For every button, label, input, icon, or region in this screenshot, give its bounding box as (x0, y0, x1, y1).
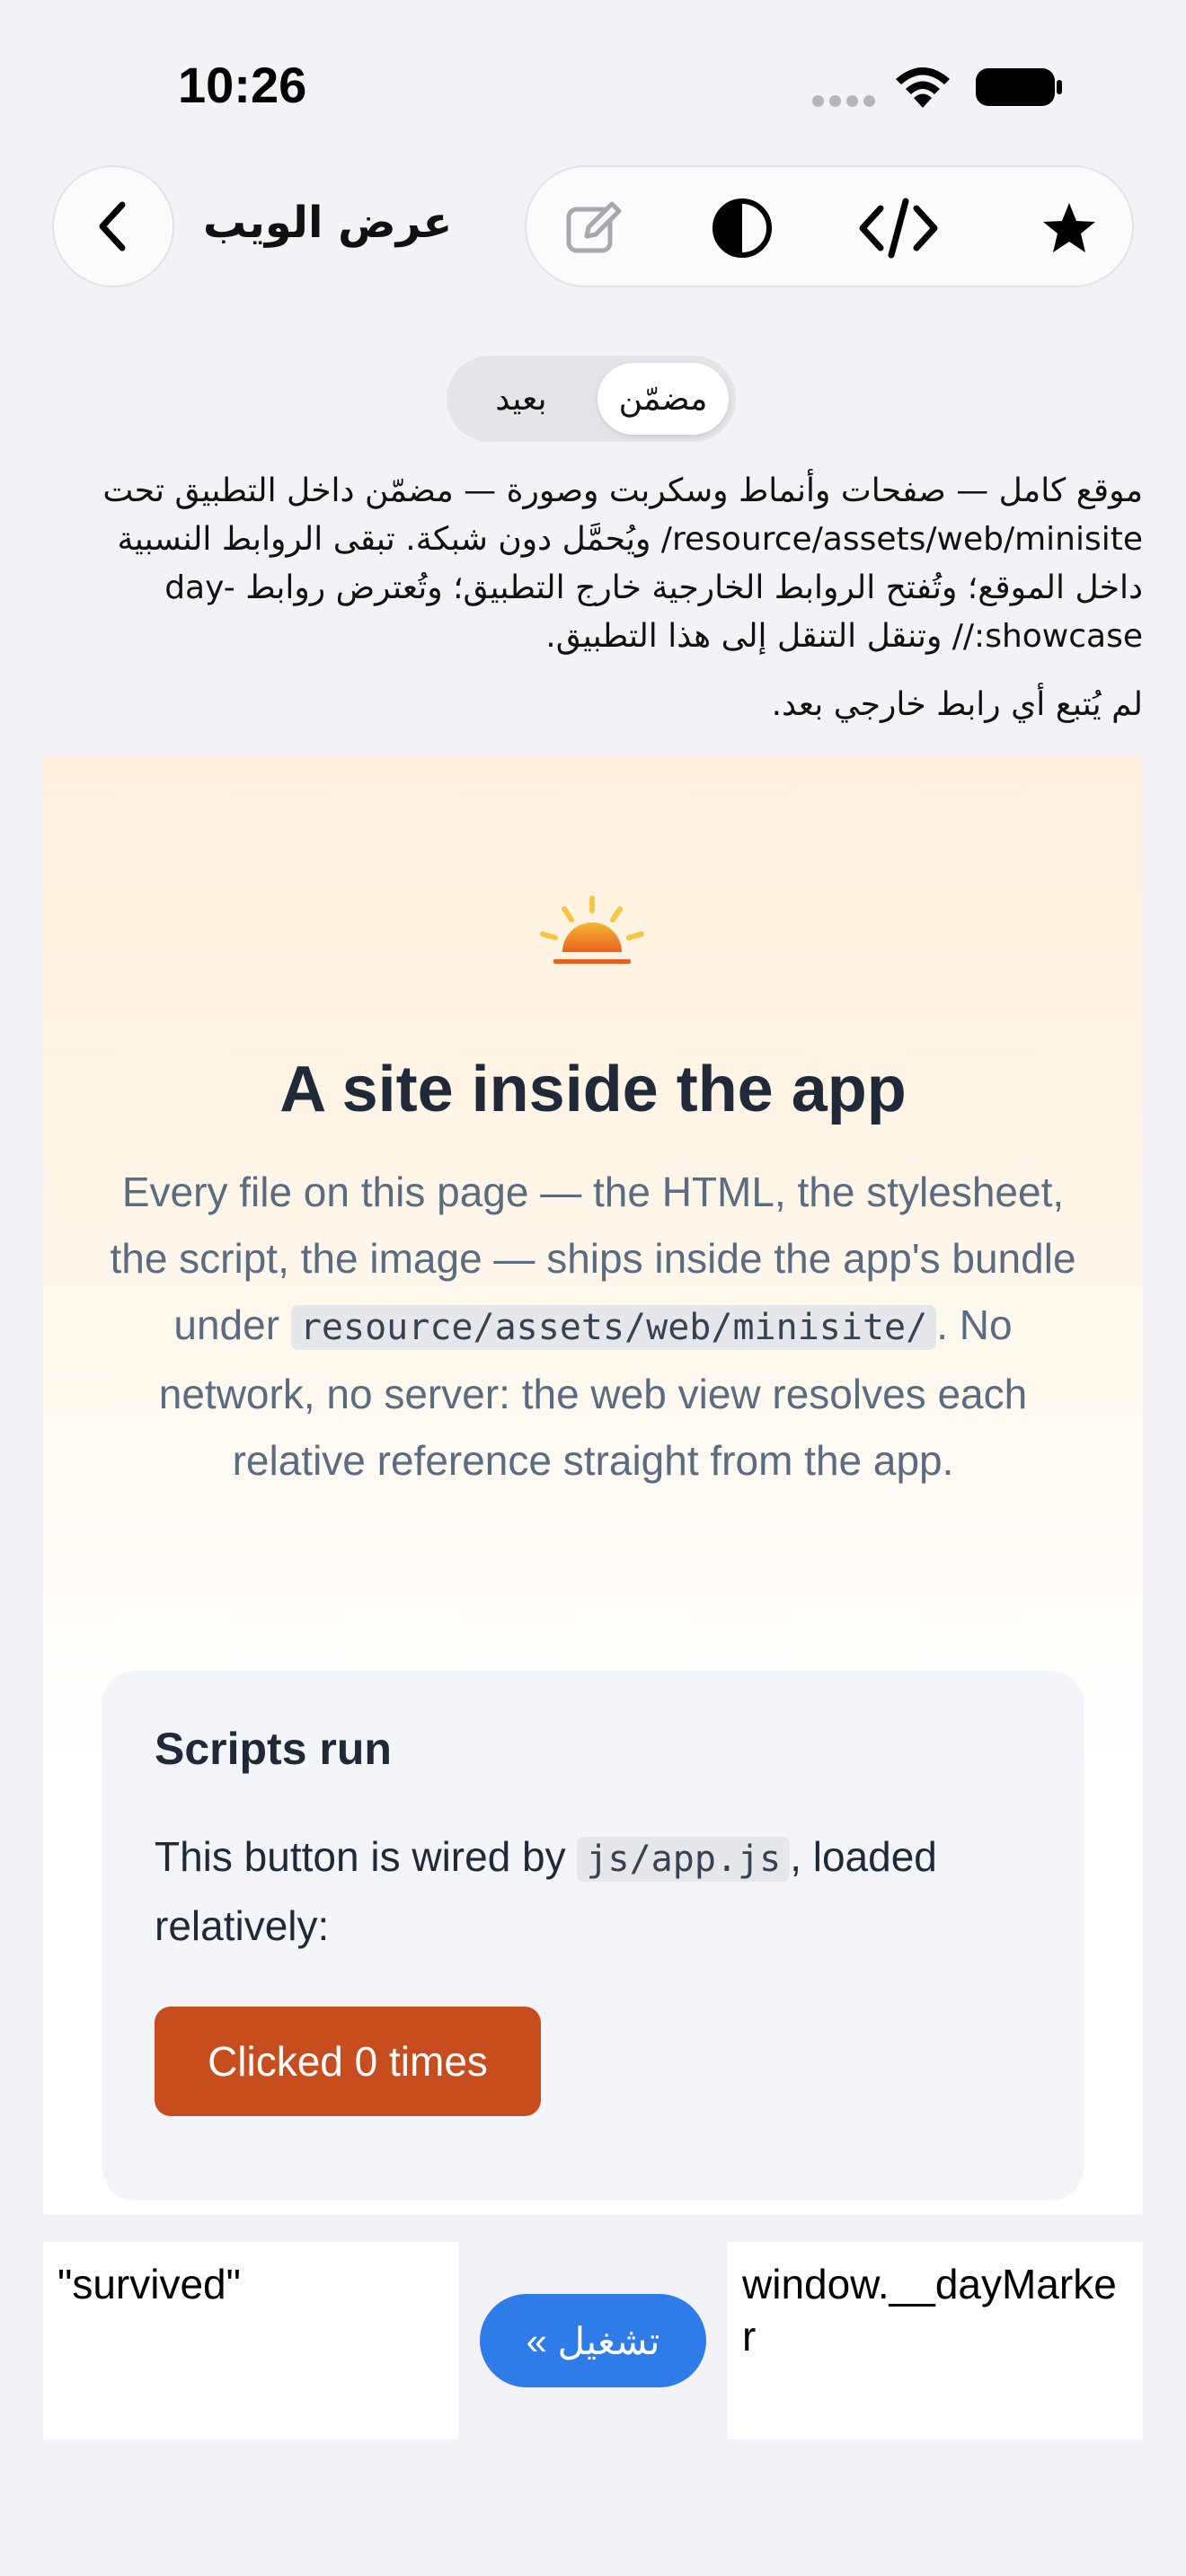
scripts-card: Scripts run This button is wired by js/a… (102, 1671, 1084, 2201)
source-code-button[interactable] (854, 192, 943, 264)
contrast-button[interactable] (706, 192, 778, 264)
edit-button[interactable] (557, 192, 629, 264)
battery-icon (976, 68, 1062, 106)
status-time: 10:26 (178, 57, 307, 113)
card-text-1: This button is wired by (155, 1833, 566, 1880)
toolbar (525, 165, 1134, 287)
description-text: موقع كامل — صفحات وأنماط وسكربت وصورة — … (102, 472, 1143, 655)
sunrise-logo-icon (540, 895, 644, 964)
code-icon (859, 198, 938, 259)
back-button[interactable] (52, 165, 174, 287)
card-title: Scripts run (155, 1724, 392, 1774)
status-bar: 10:26 (0, 0, 1186, 162)
segment-remote[interactable]: بعيد (454, 363, 589, 435)
site-title: A site inside the app (279, 1054, 907, 1125)
click-counter-button[interactable]: Clicked 0 times (155, 2007, 541, 2116)
star-icon (1043, 203, 1095, 252)
eval-expression-field[interactable]: window.__dayMarker (728, 2242, 1143, 2439)
site-lead: Every file on this page — the HTML, the … (104, 1159, 1082, 1494)
web-view[interactable]: A site inside the app Every file on this… (43, 756, 1143, 2215)
source-segmented-control: بعيد مضمّن (447, 356, 736, 442)
card-text: This button is wired by js/app.js, loade… (155, 1823, 1053, 1959)
run-button[interactable]: تشغيل » (480, 2294, 706, 2387)
chevron-left-icon (99, 201, 126, 251)
card-code: js/app.js (577, 1837, 791, 1882)
segment-embedded[interactable]: مضمّن (597, 363, 729, 435)
wifi-icon (896, 67, 950, 108)
favorite-button[interactable] (1033, 192, 1105, 264)
edit-icon (566, 201, 622, 253)
page-title: عرض الويب (203, 198, 453, 248)
eval-result-field[interactable]: "survived" (43, 2242, 458, 2439)
lead-code: resource/assets/web/minisite/ (290, 1305, 937, 1350)
contrast-icon (712, 198, 772, 258)
signal-dots-icon (812, 95, 875, 108)
link-status-text: لم يُتبع أي رابط خارجي بعد. (771, 686, 1143, 723)
